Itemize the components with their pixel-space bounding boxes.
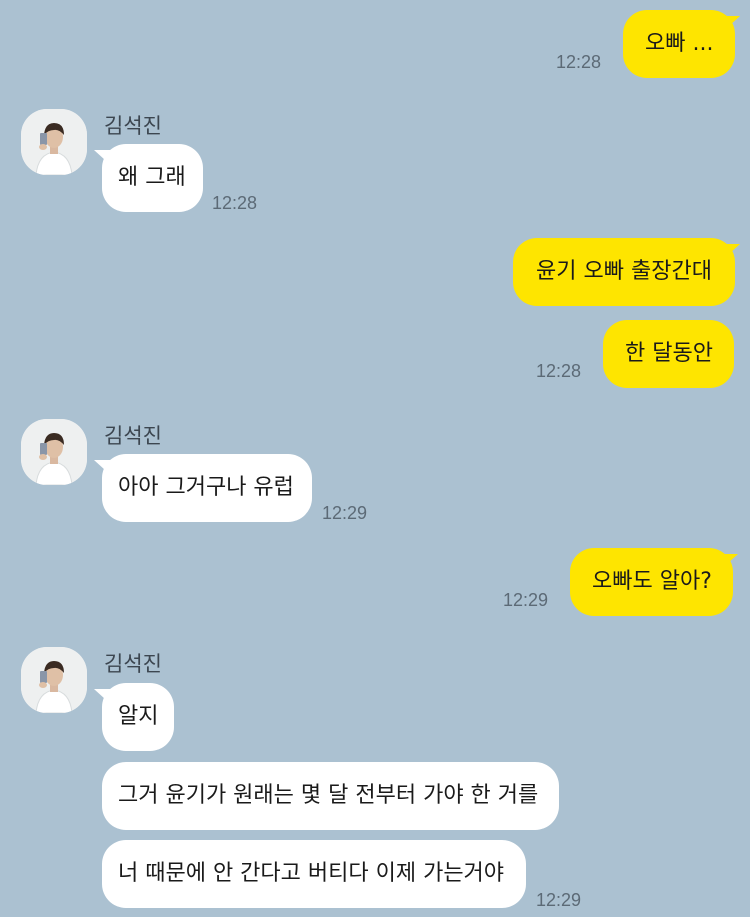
message-time: 12:28: [536, 361, 582, 381]
their-message-bubble[interactable]: 너 때문에 안 간다고 버티다 이제 가는거야: [102, 840, 526, 908]
my-message-bubble[interactable]: 오빠 ...: [623, 10, 735, 78]
their-message-bubble[interactable]: 아아 그거구나 유럽: [102, 454, 312, 522]
contact-name: 김석진: [104, 424, 162, 448]
message-time: 12:28: [212, 193, 258, 213]
contact-avatar[interactable]: [21, 419, 87, 485]
profile-photo-icon: [21, 419, 87, 485]
their-message-bubble[interactable]: 왜 그래: [102, 144, 203, 212]
message-time: 12:28: [556, 52, 602, 72]
their-message-bubble[interactable]: 그거 윤기가 원래는 몇 달 전부터 가야 한 거를: [102, 762, 559, 830]
contact-avatar[interactable]: [21, 109, 87, 175]
my-message-bubble[interactable]: 윤기 오빠 출장간대: [513, 238, 735, 306]
message-time: 12:29: [322, 503, 368, 523]
contact-avatar[interactable]: [21, 647, 87, 713]
message-time: 12:29: [536, 890, 582, 910]
my-message-bubble[interactable]: 오빠도 알아?: [570, 548, 733, 616]
profile-photo-icon: [21, 647, 87, 713]
their-message-bubble[interactable]: 알지: [102, 683, 174, 751]
contact-name: 김석진: [104, 114, 162, 138]
profile-photo-icon: [21, 109, 87, 175]
contact-name: 김석진: [104, 652, 162, 676]
my-message-bubble[interactable]: 한 달동안: [603, 320, 734, 388]
chat-room: 오빠 ... 12:28 김석진 왜 그래 12:28 윤기 오빠 출장간대 한…: [0, 0, 750, 917]
message-time: 12:29: [503, 590, 549, 610]
